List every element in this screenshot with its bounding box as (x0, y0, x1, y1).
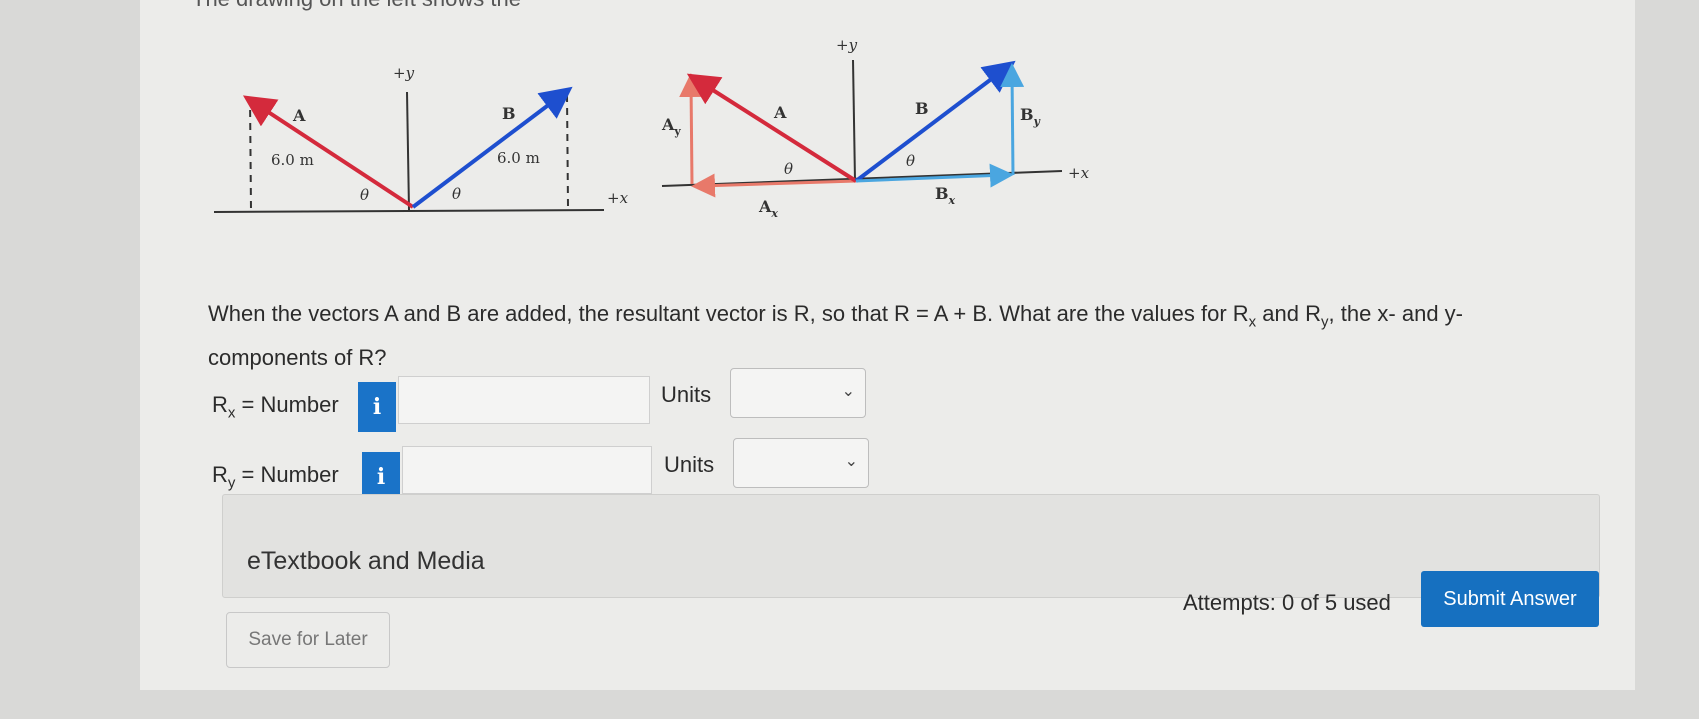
left-vector-diagram: A B 6.0 m 6.0 m θ θ +y +x (213, 64, 629, 213)
right-bx-label: Bx (935, 184, 956, 207)
left-length-b-label: 6.0 m (497, 149, 540, 167)
right-ay-component (679, 73, 704, 185)
right-theta-b: θ (906, 152, 915, 170)
left-y-axis (406, 91, 410, 211)
right-by-label: By (1020, 105, 1042, 128)
rx-units-label: Units (661, 382, 712, 407)
right-vector-b (854, 60, 1016, 183)
etextbook-media-section[interactable]: eTextbook and Media (222, 494, 1600, 598)
ry-units-label: Units (664, 452, 715, 477)
right-vector-a (686, 73, 858, 183)
left-x-axis (213, 209, 605, 213)
right-ax-label: Ax (758, 197, 778, 220)
ry-units-select[interactable]: ⌄ (733, 438, 869, 488)
rx-info-button[interactable]: i (358, 382, 396, 432)
right-theta-a: θ (784, 160, 793, 178)
left-x-axis-label: +x (607, 189, 629, 207)
left-vector-b (411, 86, 573, 209)
info-icon: i (376, 464, 386, 490)
left-length-a-label: 6.0 m (271, 151, 314, 169)
left-theta-a: θ (360, 186, 369, 204)
ry-label: Ry = Number (212, 462, 339, 492)
rx-label: Rx = Number (212, 392, 339, 422)
right-ay-label: Ay (661, 115, 681, 138)
ry-number-input[interactable] (402, 446, 652, 494)
right-y-axis-label: +y (836, 36, 858, 54)
chevron-down-icon: ⌄ (841, 383, 855, 400)
submit-answer-button[interactable]: Submit Answer (1421, 571, 1599, 627)
question-text: When the vectors A and B are added, the … (208, 301, 1464, 371)
left-dashed-b-height (566, 94, 569, 208)
left-theta-b: θ (452, 185, 461, 203)
left-dashed-a-height (249, 96, 252, 211)
chevron-down-icon: ⌄ (844, 453, 858, 470)
left-vector-a-label: A (292, 106, 306, 125)
left-vector-b-label: B (502, 104, 516, 123)
rx-number-input[interactable] (398, 376, 650, 424)
right-y-axis (852, 59, 856, 182)
left-y-axis-label: +y (393, 64, 415, 82)
right-x-axis-label: +x (1068, 164, 1090, 182)
info-icon: i (372, 394, 382, 420)
right-by-component (1000, 63, 1025, 176)
right-vector-b-label: B (915, 99, 929, 118)
right-vector-diagram: Ay A B By θ θ Ax Bx +y +x (661, 36, 1090, 220)
etextbook-media-label: eTextbook and Media (247, 547, 485, 575)
attempts-counter: Attempts: 0 of 5 used (1183, 590, 1391, 615)
rx-units-select[interactable]: ⌄ (730, 368, 866, 418)
save-for-later-button[interactable]: Save for Later (226, 612, 390, 668)
right-vector-a-label: A (773, 103, 787, 122)
